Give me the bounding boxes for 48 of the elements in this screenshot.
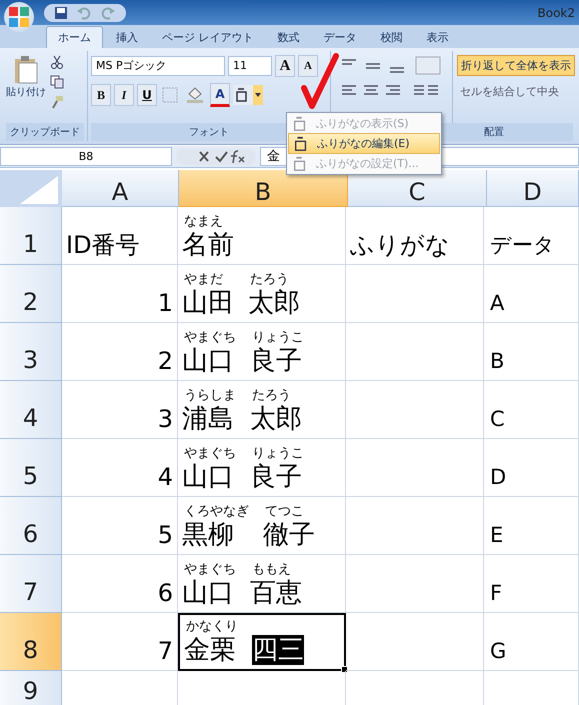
cell-text: C — [489, 406, 505, 433]
furigana-text: たろう — [251, 388, 292, 404]
furigana-text: ももえ — [251, 562, 292, 578]
furigana-text: てつこ — [264, 504, 305, 520]
furigana-text: りょうこ — [251, 446, 304, 462]
cell-text: 百恵 — [250, 578, 302, 608]
cell-text: データ — [489, 232, 555, 259]
furigana-text: りょうこ — [251, 330, 304, 346]
cell-text: 1 — [158, 288, 173, 318]
cell-text: 太郎 — [250, 404, 302, 434]
cell-text: 山口 — [182, 462, 235, 492]
cell-text: 2 — [158, 346, 173, 376]
cell-text: F — [489, 580, 502, 607]
cell-text: 黒柳 — [182, 520, 235, 550]
cell-text: 7 — [158, 636, 173, 666]
furigana-text: うらしま — [183, 388, 236, 404]
furigana-text: やまぐち — [183, 446, 236, 462]
cell-text: 浦島 — [182, 404, 235, 434]
cell-text: 金栗 — [184, 635, 237, 665]
cell-text: 名前 — [182, 230, 234, 260]
cell-text: 山口 — [182, 578, 235, 608]
cell-text: A — [489, 290, 504, 317]
cell-text: 良子 — [250, 346, 303, 376]
furigana-text: やまぐち — [183, 562, 236, 578]
cell-text: 5 — [158, 520, 173, 550]
cell-text: D — [489, 464, 506, 491]
furigana-text: やまだ — [183, 272, 224, 288]
cell-text: ID番号 — [66, 230, 140, 260]
cell-text: 太郎 — [248, 288, 300, 318]
window-title: Book2 — [538, 6, 575, 20]
furigana-text: なまえ — [183, 214, 224, 230]
cell-text: 6 — [158, 578, 173, 608]
furigana-text: やまぐち — [183, 330, 236, 346]
cell-text: 山田 — [182, 288, 234, 318]
cell-text: 3 — [158, 404, 173, 434]
furigana-text: くろやなぎ — [183, 504, 249, 520]
cell-text: G — [489, 638, 506, 665]
cell-text: 徹子 — [263, 520, 315, 550]
cell-text: 4 — [158, 462, 173, 492]
group-label: クリップボード — [6, 123, 84, 141]
cell-text: 山口 — [182, 346, 235, 376]
cell-text: 良子 — [250, 462, 303, 492]
cell-text: ふりがな — [350, 230, 450, 260]
cell-text: B — [489, 348, 504, 375]
furigana-text: たろう — [249, 272, 290, 288]
cell-text: E — [489, 522, 504, 549]
cell-text: 四三 — [252, 635, 304, 665]
furigana-text: かなくり — [185, 619, 238, 635]
